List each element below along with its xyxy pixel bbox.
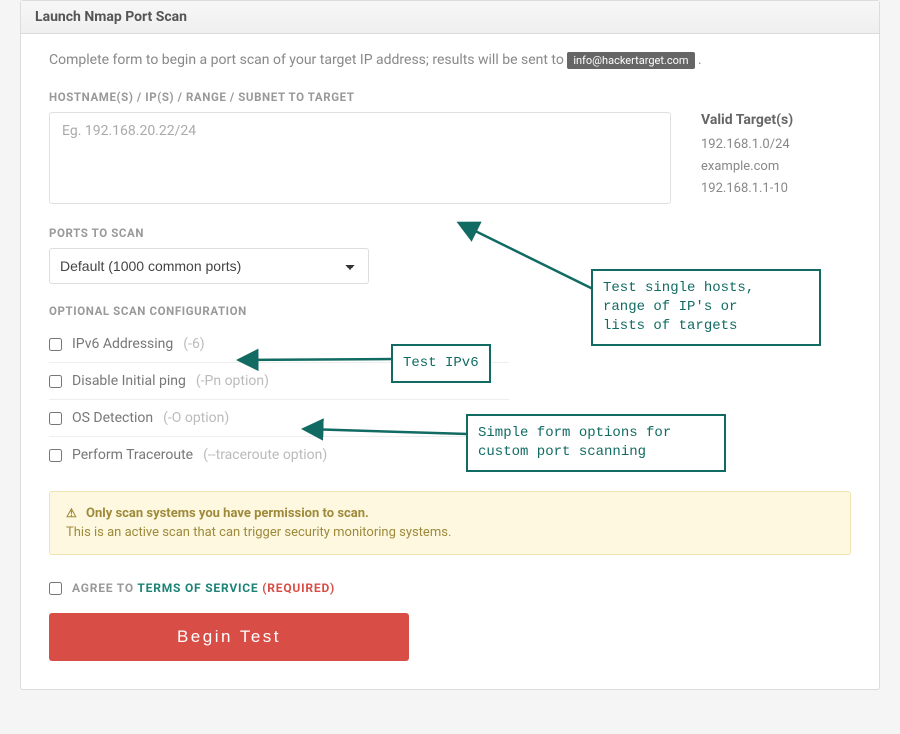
form-panel: Launch Nmap Port Scan Complete form to b… — [20, 0, 880, 690]
option-label: IPv6 Addressing — [72, 336, 173, 352]
agree-row[interactable]: AGREE TO TERMS OF SERVICE (REQUIRED) — [49, 581, 851, 595]
checkbox-ipv6[interactable] — [49, 338, 62, 351]
warning-alert: ⚠ Only scan systems you have permission … — [49, 491, 851, 555]
valid-targets-list: 192.168.1.0/24 example.com 192.168.1.1-1… — [701, 134, 851, 200]
checkbox-disable-ping[interactable] — [49, 375, 62, 388]
option-label: OS Detection — [72, 410, 153, 426]
option-label: Perform Traceroute — [72, 447, 193, 463]
warning-title: Only scan systems you have permission to… — [86, 506, 369, 521]
tos-link[interactable]: TERMS OF SERVICE — [137, 581, 258, 595]
valid-target-example: 192.168.1.1-10 — [701, 178, 851, 200]
option-flag: (-O option) — [163, 410, 229, 426]
panel-title: Launch Nmap Port Scan — [21, 1, 879, 34]
annotation-ipv6: Test IPv6 — [391, 344, 491, 383]
option-flag: (--traceroute option) — [203, 447, 327, 463]
intro-prefix: Complete form to begin a port scan of yo… — [49, 52, 567, 68]
option-os-detection[interactable]: OS Detection (-O option) — [49, 400, 509, 437]
intro-suffix: . — [698, 52, 702, 68]
valid-targets-heading: Valid Target(s) — [701, 112, 851, 128]
option-flag: (-6) — [183, 336, 204, 352]
checkbox-traceroute[interactable] — [49, 449, 62, 462]
intro-text: Complete form to begin a port scan of yo… — [49, 52, 851, 68]
ports-label: PORTS TO SCAN — [49, 226, 851, 240]
warning-icon: ⚠ — [66, 506, 77, 520]
agree-required: (REQUIRED) — [262, 581, 335, 595]
begin-test-button[interactable]: Begin Test — [49, 613, 409, 661]
checkbox-agree[interactable] — [49, 582, 62, 595]
annotation-options: Simple form options for custom port scan… — [466, 414, 726, 472]
option-label: Disable Initial ping — [72, 373, 186, 389]
panel-body: Complete form to begin a port scan of yo… — [21, 34, 879, 689]
target-label: HOSTNAME(S) / IP(S) / RANGE / SUBNET TO … — [49, 90, 851, 104]
warning-body: This is an active scan that can trigger … — [66, 525, 834, 540]
option-flag: (-Pn option) — [196, 373, 269, 389]
valid-target-example: example.com — [701, 156, 851, 178]
valid-target-example: 192.168.1.0/24 — [701, 134, 851, 156]
ports-select[interactable]: Default (1000 common ports) — [49, 248, 369, 284]
checkbox-os-detection[interactable] — [49, 412, 62, 425]
annotation-targets: Test single hosts, range of IP's or list… — [591, 269, 821, 346]
option-traceroute[interactable]: Perform Traceroute (--traceroute option) — [49, 437, 509, 473]
email-badge: info@hackertarget.com — [567, 52, 694, 69]
agree-prefix: AGREE TO — [72, 581, 134, 595]
target-input[interactable] — [49, 112, 671, 204]
